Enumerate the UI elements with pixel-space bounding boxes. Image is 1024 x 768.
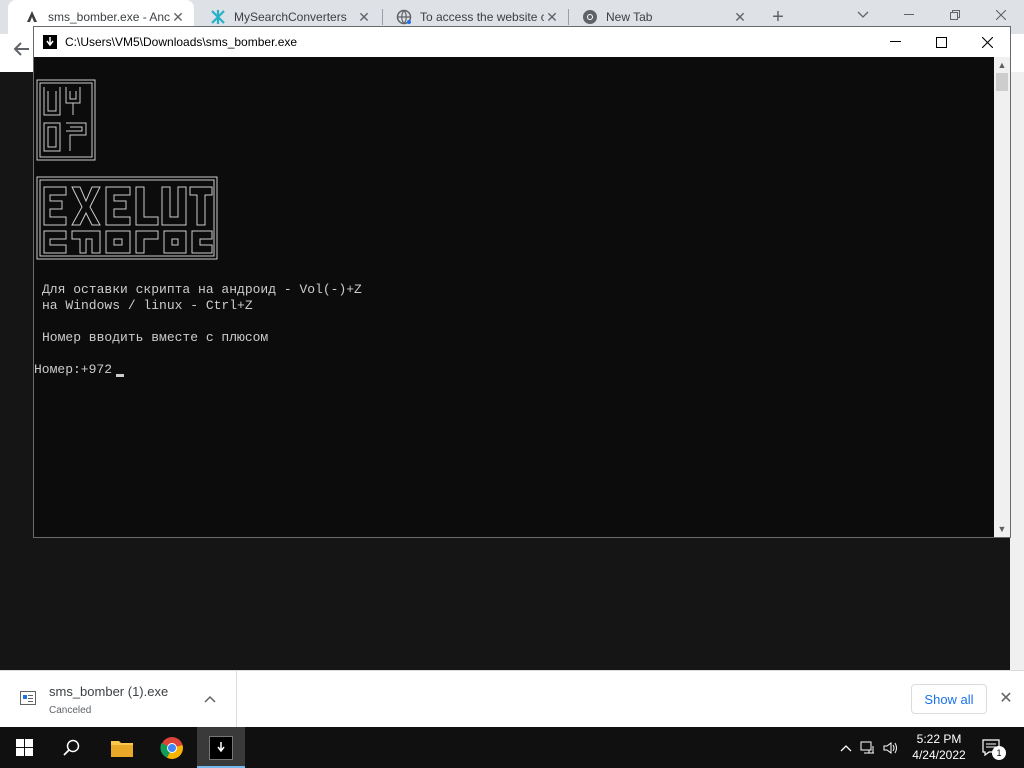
file-icon xyxy=(20,691,36,705)
search-icon xyxy=(63,739,80,756)
tab-title: MySearchConverters xyxy=(234,10,347,24)
download-filename: sms_bomber (1).exe xyxy=(49,684,169,699)
show-all-button[interactable]: Show all xyxy=(911,684,987,714)
notification-center-button[interactable]: 1 xyxy=(972,727,1012,768)
console-app-icon xyxy=(209,735,233,760)
clock[interactable]: 5:22 PM 4/24/2022 xyxy=(906,731,972,763)
taskbar: 5:22 PM 4/24/2022 1 xyxy=(0,727,1024,768)
volume-icon[interactable] xyxy=(880,741,902,755)
tab-title: To access the website c xyxy=(420,10,544,24)
console-titlebar[interactable]: C:\Users\VM5\Downloads\sms_bomber.exe xyxy=(34,27,1010,57)
downloads-bar: sms_bomber (1).exe Canceled Show all ✕ xyxy=(0,670,1024,727)
chrome-taskbar-button[interactable] xyxy=(148,727,196,768)
console-maximize-button[interactable] xyxy=(918,27,964,57)
scroll-down-arrow-icon[interactable]: ▼ xyxy=(994,521,1010,537)
tab-close-icon[interactable]: ✕ xyxy=(356,9,372,25)
tab-close-icon[interactable]: ✕ xyxy=(170,9,186,25)
clock-date: 4/24/2022 xyxy=(912,748,966,762)
globe-icon xyxy=(396,9,412,25)
console-minimize-button[interactable] xyxy=(872,27,918,57)
console-cursor xyxy=(116,374,124,377)
scroll-up-arrow-icon[interactable]: ▲ xyxy=(994,57,1010,73)
console-taskbar-button[interactable] xyxy=(197,727,245,768)
console-app-icon xyxy=(43,35,57,49)
network-icon[interactable] xyxy=(856,741,880,755)
clock-time: 5:22 PM xyxy=(916,732,962,746)
start-button[interactable] xyxy=(0,727,48,768)
close-downloads-icon[interactable]: ✕ xyxy=(996,689,1016,709)
folder-icon xyxy=(111,740,133,757)
chevron-up-icon[interactable] xyxy=(204,692,220,706)
download-item[interactable]: sms_bomber (1).exe Canceled xyxy=(0,671,237,727)
chevron-up-icon[interactable] xyxy=(836,741,856,755)
console-input-line[interactable]: Номер:+972 xyxy=(34,362,112,377)
system-tray xyxy=(836,727,902,768)
console-close-button[interactable] xyxy=(964,27,1010,57)
download-status: Canceled xyxy=(49,705,92,716)
console-scrollbar[interactable]: ▲ ▼ xyxy=(994,57,1010,537)
back-arrow-icon[interactable] xyxy=(10,40,34,64)
console-line: Номер вводить вместе с плюсом xyxy=(42,330,269,345)
console-line: Для оставки скрипта на андроид - Vol(-)+… xyxy=(42,282,362,297)
scroll-thumb[interactable] xyxy=(996,73,1008,91)
console-line: на Windows / linux - Ctrl+Z xyxy=(42,298,253,313)
tab-close-icon[interactable]: ✕ xyxy=(544,9,560,25)
console-title: C:\Users\VM5\Downloads\sms_bomber.exe xyxy=(65,35,298,49)
console-window: C:\Users\VM5\Downloads\sms_bomber.exe Дл… xyxy=(33,26,1011,538)
page-scrollbar[interactable] xyxy=(1010,72,1024,670)
console-ascii-logo xyxy=(36,79,218,260)
mysearchconverters-icon xyxy=(210,9,226,25)
console-output[interactable]: Для оставки скрипта на андроид - Vol(-)+… xyxy=(34,57,994,537)
chrome-icon xyxy=(160,736,183,759)
chrome-icon xyxy=(582,9,598,25)
notification-badge: 1 xyxy=(992,746,1006,760)
search-button[interactable] xyxy=(48,727,96,768)
tab-title: New Tab xyxy=(606,10,653,24)
file-explorer-button[interactable] xyxy=(98,727,146,768)
tab-title: sms_bomber.exe - Anc xyxy=(48,10,170,24)
anyrun-icon xyxy=(24,9,40,25)
windows-icon xyxy=(15,739,33,756)
tab-close-icon[interactable]: ✕ xyxy=(732,9,748,25)
